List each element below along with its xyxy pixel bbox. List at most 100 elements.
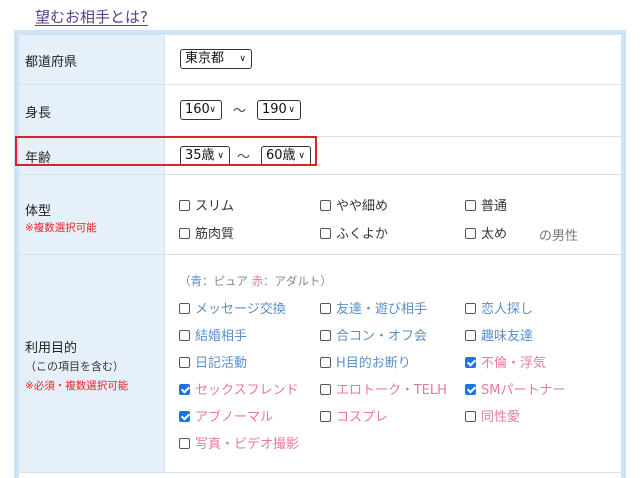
checkbox-no-h[interactable]: H目的お断り — [320, 352, 411, 371]
checkbox-muscular[interactable]: 筋肉質 — [179, 223, 234, 242]
label-cell: 年齢 — [19, 137, 165, 174]
checkbox-lover[interactable]: 恋人探し — [465, 298, 533, 317]
option-label: スリム — [195, 199, 235, 214]
option-label: やや細め — [336, 199, 389, 214]
checkbox-friends[interactable]: 友達・遊び相手 — [320, 298, 427, 317]
search-criteria-page: 望むお相手とは? 都道府県 東京都 ∨ 身長 160 ∨ ～ 190 ∨ 年齢 … — [0, 0, 640, 478]
body-type-note: ※複数選択可能 — [25, 222, 97, 234]
prefecture-select[interactable]: 東京都 ∨ — [180, 49, 252, 69]
checkbox-box[interactable] — [179, 200, 190, 211]
row-height: 身長 160 ∨ ～ 190 ∨ — [19, 85, 621, 137]
age-from-select[interactable]: 35歳 ∨ — [180, 146, 230, 166]
body-type-label: 体型 — [25, 204, 52, 219]
checkbox-box[interactable] — [179, 438, 190, 449]
option-label: 結婚相手 — [195, 329, 248, 344]
gender-suffix: の男性 — [539, 229, 579, 244]
option-label: コスプレ — [336, 410, 389, 425]
checkbox-box[interactable] — [465, 228, 476, 239]
checkbox-box[interactable] — [465, 357, 476, 368]
partner-criteria-link[interactable]: 望むお相手とは? — [35, 6, 148, 27]
checkbox-box[interactable] — [320, 200, 331, 211]
chevron-down-icon: ∨ — [217, 151, 224, 161]
checkbox-box[interactable] — [320, 330, 331, 341]
height-from-select[interactable]: 160 ∨ — [180, 100, 222, 120]
checkbox-slightly-thin[interactable]: やや細め — [320, 195, 388, 214]
checkbox-heavy[interactable]: 太め — [465, 223, 507, 242]
color-legend: （青：ピュア 赤：アダルト） — [179, 273, 332, 289]
age-to-select[interactable]: 60歳 ∨ — [261, 146, 311, 166]
checkbox-box[interactable] — [465, 411, 476, 422]
option-label: H目的お断り — [336, 356, 411, 371]
chevron-down-icon: ∨ — [298, 151, 305, 161]
criteria-form: 都道府県 東京都 ∨ 身長 160 ∨ ～ 190 ∨ 年齢 35歳 ∨ ～ 6… — [14, 30, 626, 478]
label-cell: 身長 — [19, 85, 165, 136]
checkbox-hobby-friends[interactable]: 趣味友達 — [465, 325, 533, 344]
value-cell: （青：ピュア 赤：アダルト） メッセージ交換 友達・遊び相手 恋人探し 結婚相手… — [165, 255, 621, 472]
checkbox-box[interactable] — [179, 228, 190, 239]
legend-pink-desc: ：アダルト） — [262, 274, 332, 288]
checkbox-photo-video[interactable]: 写真・ビデオ撮影 — [179, 433, 299, 452]
range-separator: ～ — [233, 104, 247, 119]
prefecture-label: 都道府県 — [25, 55, 78, 70]
checkbox-normal[interactable]: 普通 — [465, 195, 507, 214]
purpose-note: ※必須・複数選択可能 — [25, 380, 129, 392]
checkbox-box[interactable] — [179, 411, 190, 422]
value-cell: 東京都 ∨ — [165, 35, 621, 84]
checkbox-box[interactable] — [320, 384, 331, 395]
checkbox-box[interactable] — [465, 200, 476, 211]
checkbox-diary[interactable]: 日記活動 — [179, 352, 247, 371]
height-to-select[interactable]: 190 ∨ — [257, 100, 301, 120]
chevron-down-icon: ∨ — [209, 105, 216, 115]
chevron-down-icon: ∨ — [239, 54, 246, 64]
checkbox-erotic-talk[interactable]: エロトーク・TELH — [320, 379, 447, 398]
checkbox-box[interactable] — [465, 330, 476, 341]
checkbox-box[interactable] — [320, 303, 331, 314]
option-label: 恋人探し — [481, 302, 534, 317]
checkbox-box[interactable] — [465, 384, 476, 395]
checkbox-plump[interactable]: ふくよか — [320, 223, 388, 242]
option-label: メッセージ交換 — [195, 302, 286, 317]
value-cell: スリム やや細め 普通 筋肉質 ふくよか 太め の男性 — [165, 175, 621, 254]
checkbox-box[interactable] — [179, 384, 190, 395]
checkbox-sex-friend[interactable]: セックスフレンド — [179, 379, 299, 398]
checkbox-cosplay[interactable]: コスプレ — [320, 406, 388, 425]
value-cell: 160 ∨ ～ 190 ∨ — [165, 85, 621, 136]
checkbox-affair[interactable]: 不倫・浮気 — [465, 352, 546, 371]
option-label: 写真・ビデオ撮影 — [195, 437, 300, 452]
checkbox-group-date[interactable]: 合コン・オフ会 — [320, 325, 427, 344]
prefecture-selected: 東京都 — [185, 51, 225, 66]
checkbox-sm-partner[interactable]: SMパートナー — [465, 379, 565, 398]
checkbox-slim[interactable]: スリム — [179, 195, 234, 214]
legend-blue-desc: ：ピュア — [202, 274, 248, 288]
checkbox-box[interactable] — [465, 303, 476, 314]
legend-open: （ — [179, 274, 191, 288]
height-label: 身長 — [25, 106, 52, 121]
row-body-type: 体型 ※複数選択可能 スリム やや細め 普通 筋肉質 ふくよか 太め の男性 — [19, 175, 621, 255]
label-cell: 利用目的 （この項目を含む） ※必須・複数選択可能 — [19, 255, 165, 472]
checkbox-box[interactable] — [179, 303, 190, 314]
checkbox-marriage[interactable]: 結婚相手 — [179, 325, 247, 344]
label-cell: 都道府県 — [19, 35, 165, 84]
legend-blue-key: 青 — [190, 274, 203, 288]
checkbox-message-exchange[interactable]: メッセージ交換 — [179, 298, 286, 317]
checkbox-box[interactable] — [179, 330, 190, 341]
purpose-sub-label: （この項目を含む） — [25, 360, 124, 373]
option-label: 普通 — [481, 199, 508, 214]
checkbox-box[interactable] — [179, 357, 190, 368]
option-label: 合コン・オフ会 — [336, 329, 428, 344]
age-label: 年齢 — [25, 151, 52, 166]
checkbox-box[interactable] — [320, 411, 331, 422]
option-label: 太め — [481, 227, 508, 242]
row-prefecture: 都道府県 東京都 ∨ — [19, 35, 621, 85]
label-cell: 体型 ※複数選択可能 — [19, 175, 165, 254]
checkbox-abnormal[interactable]: アブノーマル — [179, 406, 273, 425]
option-label: ふくよか — [336, 227, 389, 242]
option-label: エロトーク・TELH — [336, 383, 447, 398]
checkbox-same-sex[interactable]: 同性愛 — [465, 406, 520, 425]
checkbox-box[interactable] — [320, 357, 331, 368]
chevron-down-icon: ∨ — [288, 105, 295, 115]
option-label: SMパートナー — [481, 383, 566, 398]
checkbox-box[interactable] — [320, 228, 331, 239]
value-cell: 35歳 ∨ ～ 60歳 ∨ — [165, 137, 621, 174]
purpose-label: 利用目的 — [25, 341, 78, 356]
